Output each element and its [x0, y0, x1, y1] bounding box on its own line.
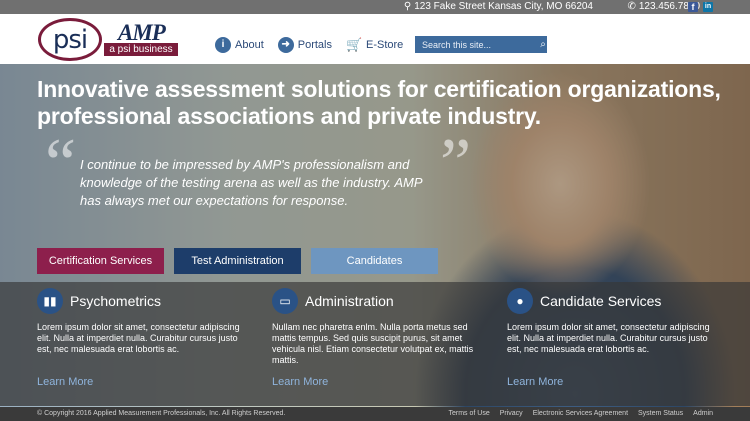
- page: ⚲ 123 Fake Street Kansas City, MO 66204 …: [0, 0, 750, 421]
- close-quote-icon: ”: [440, 125, 472, 202]
- logo-tagline: a psi business: [104, 43, 178, 56]
- top-info-bar: ⚲ 123 Fake Street Kansas City, MO 66204 …: [0, 0, 750, 14]
- arrow-right-icon: ➜: [277, 37, 294, 53]
- address: ⚲ 123 Fake Street Kansas City, MO 66204: [404, 0, 593, 14]
- candidates-button[interactable]: Candidates: [311, 248, 438, 274]
- administration-column: ▭ Administration Nullam nec pharetra enl…: [272, 288, 482, 388]
- administration-title: Administration: [305, 293, 394, 309]
- copyright: © Copyright 2016 Applied Measurement Pro…: [37, 410, 286, 417]
- main-nav: i About ➜ Portals 🛒 E-Store: [215, 36, 417, 54]
- footer-links: Terms of Use Privacy Electronic Services…: [449, 407, 714, 421]
- hero-headline: Innovative assessment solutions for cert…: [37, 76, 721, 129]
- nav-portals-label: Portals: [297, 39, 332, 51]
- monitor-icon: ▭: [272, 288, 298, 314]
- psychometrics-text: Lorem ipsum dolor sit amet, consectetur …: [37, 322, 240, 354]
- search-box: ⌕: [415, 36, 547, 53]
- psychometrics-column: ▮▮ Psychometrics Lorem ipsum dolor sit a…: [37, 288, 247, 388]
- footer-link-system-status[interactable]: System Status: [638, 407, 683, 421]
- administration-text: Nullam nec pharetra enlm. Nulla porta me…: [272, 322, 474, 365]
- candidate-services-column: ● Candidate Services Lorem ipsum dolor s…: [507, 288, 717, 388]
- site-header: psi AMP a psi business i About ➜ Portals…: [0, 14, 750, 64]
- candidate-services-learn-more-link[interactable]: Learn More: [507, 376, 563, 388]
- address-text: 123 Fake Street Kansas City, MO 66204: [414, 1, 593, 12]
- services-panel: ▮▮ Psychometrics Lorem ipsum dolor sit a…: [0, 282, 750, 406]
- search-icon[interactable]: ⌕: [539, 36, 547, 53]
- cart-icon: 🛒: [346, 37, 363, 52]
- psychometrics-learn-more-link[interactable]: Learn More: [37, 376, 93, 388]
- hero: Innovative assessment solutions for cert…: [0, 64, 750, 421]
- nav-estore-label: E-Store: [366, 39, 404, 51]
- testimonial-quote: I continue to be impressed by AMP's prof…: [80, 157, 423, 208]
- footer-link-esa[interactable]: Electronic Services Agreement: [533, 407, 628, 421]
- candidate-services-title: Candidate Services: [540, 293, 662, 309]
- info-icon: i: [215, 37, 231, 53]
- footer-link-admin[interactable]: Admin: [693, 407, 713, 421]
- test-administration-button[interactable]: Test Administration: [174, 248, 301, 274]
- site-footer: © Copyright 2016 Applied Measurement Pro…: [0, 407, 750, 421]
- open-quote-icon: “: [45, 125, 77, 202]
- footer-link-privacy[interactable]: Privacy: [500, 407, 523, 421]
- nav-about[interactable]: i About: [215, 37, 264, 53]
- administration-learn-more-link[interactable]: Learn More: [272, 376, 328, 388]
- phone-icon: ✆: [627, 1, 636, 12]
- map-marker-icon: ⚲: [403, 1, 412, 12]
- bar-chart-icon: ▮▮: [37, 288, 63, 314]
- user-icon: ●: [507, 288, 533, 314]
- nav-portals[interactable]: ➜ Portals: [277, 37, 332, 53]
- linkedin-icon[interactable]: in: [703, 2, 713, 12]
- candidate-services-text: Lorem ipsum dolor sit amet, consectetur …: [507, 322, 710, 354]
- psychometrics-title: Psychometrics: [70, 293, 162, 309]
- psi-logo[interactable]: psi: [38, 18, 102, 61]
- search-input[interactable]: [415, 36, 539, 53]
- footer-link-terms[interactable]: Terms of Use: [449, 407, 490, 421]
- nav-about-label: About: [235, 39, 264, 51]
- nav-estore[interactable]: 🛒 E-Store: [346, 37, 403, 53]
- facebook-icon[interactable]: f: [688, 2, 698, 12]
- certification-services-button[interactable]: Certification Services: [37, 248, 164, 274]
